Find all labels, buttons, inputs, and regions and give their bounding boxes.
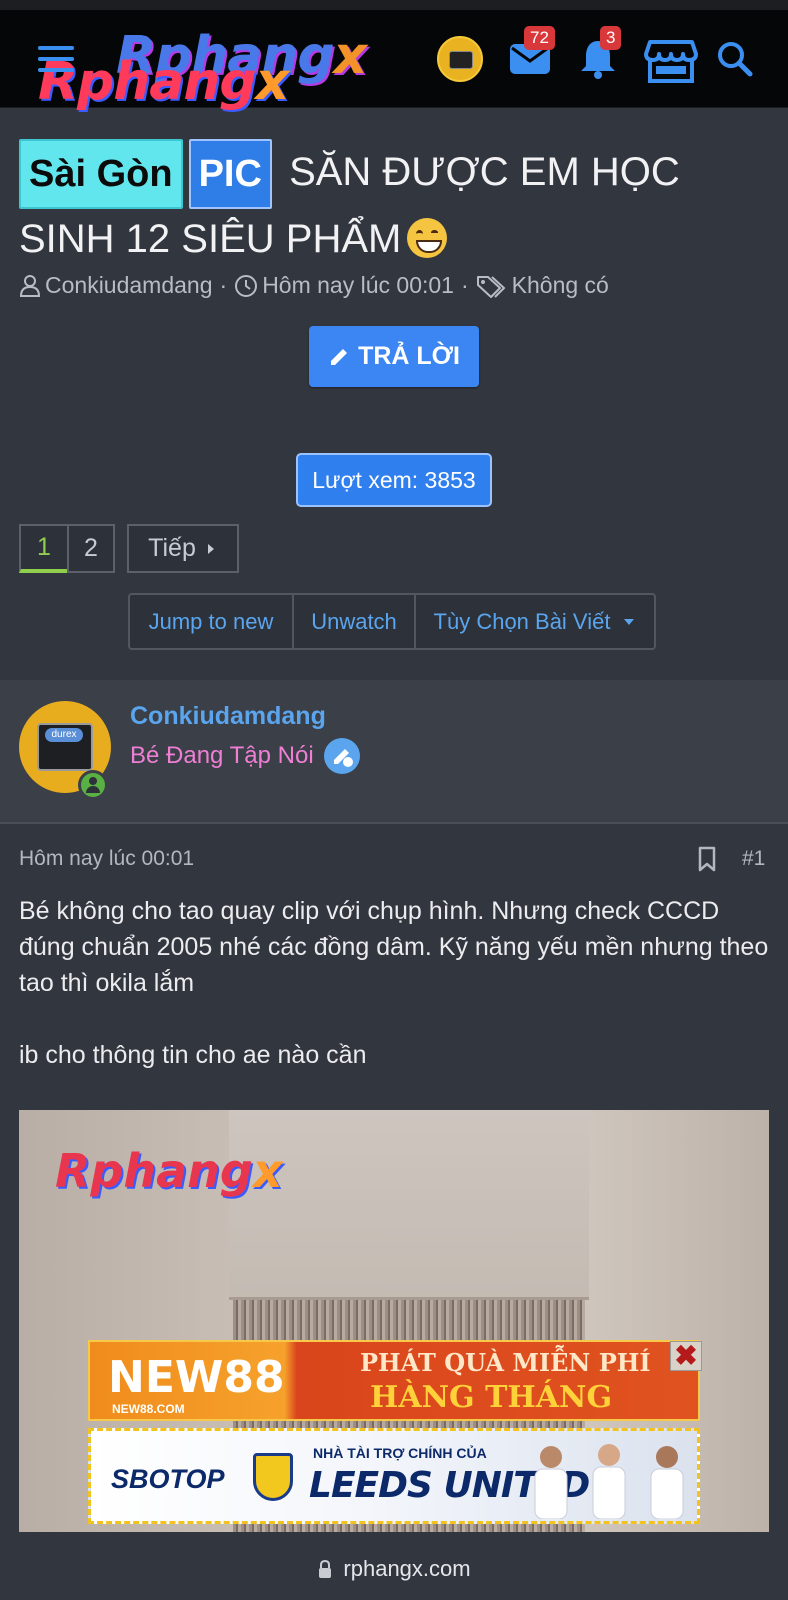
next-page-label: Tiếp (148, 534, 196, 562)
title-line-1: SĂN ĐƯỢC EM HỌC (289, 150, 680, 194)
user-icon (19, 274, 41, 297)
inbox-button[interactable]: 72 (508, 26, 556, 82)
ad2-small-text: NHÀ TÀI TRỢ CHÍNH CỦA (313, 1445, 487, 1461)
thread-action-group: Jump to new Unwatch Tùy Chọn Bài Viết (128, 593, 656, 650)
ad2-brand: SBOTOP (111, 1464, 225, 1494)
user-rank-icon (323, 738, 360, 774)
reply-button[interactable]: TRẢ LỜI (309, 326, 479, 387)
unwatch-button[interactable]: Unwatch (294, 595, 416, 648)
browser-url: rphangx.com (343, 1556, 471, 1581)
sbotop-ad-banner[interactable]: SBOTOP NHÀ TÀI TRỢ CHÍNH CỦA LEEDS UNITE… (88, 1428, 700, 1524)
close-ad-icon[interactable]: ✖ (670, 1341, 702, 1371)
inbox-count-badge: 72 (524, 26, 555, 50)
search-icon (718, 42, 753, 77)
bookmark-icon[interactable] (697, 846, 717, 877)
post-number-link[interactable]: #1 (742, 847, 765, 871)
logo-text-front: Rphangx (38, 52, 289, 112)
players-image (534, 1444, 684, 1519)
search-button[interactable] (716, 40, 764, 84)
post-author-name[interactable]: Conkiudamdang (130, 702, 326, 731)
image-watermark: Rphangx (55, 1144, 283, 1198)
title-line-2: SINH 12 SIÊU PHẨM (19, 217, 402, 261)
thread-options-label: Tùy Chọn Bài Viết (433, 608, 611, 634)
tags-icon (476, 275, 506, 298)
top-navigation-bar: Rphangx Rphangx 72 3 (0, 0, 788, 112)
alerts-button[interactable]: 3 (578, 26, 626, 82)
thread-date[interactable]: Hôm nay lúc 00:01 (262, 272, 454, 299)
jump-to-new-button[interactable]: Jump to new (130, 595, 294, 648)
thread-tags: Không có (511, 272, 609, 298)
post-date-link[interactable]: Hôm nay lúc 00:01 (19, 847, 194, 871)
caret-right-icon (207, 543, 214, 554)
clock-icon (235, 274, 258, 297)
views-label: Lượt xem: 3853 (312, 466, 476, 493)
thread-title: Sài Gòn PIC SĂN ĐƯỢC EM HỌC SINH 12 SIÊU … (19, 139, 769, 271)
grinning-emoji-icon (407, 218, 448, 258)
site-logo[interactable]: Rphangx Rphangx (38, 26, 398, 112)
club-crest-icon (253, 1453, 293, 1501)
page-1-link[interactable]: 1 (19, 524, 67, 573)
unwatch-label: Unwatch (311, 608, 397, 634)
alerts-count-badge: 3 (600, 26, 622, 50)
next-page-button[interactable]: Tiếp (127, 524, 239, 573)
ad1-brand: NEW88 (108, 1352, 285, 1403)
thread-meta: Conkiudamdang · Hôm nay lúc 00:01 · Khôn… (19, 272, 609, 299)
thread-options-dropdown[interactable]: Tùy Chọn Bài Viết (416, 595, 654, 648)
ad1-line-2: HÀNG THÁNG (370, 1380, 613, 1415)
ad1-line-1: PHÁT QUÀ MIỄN PHÍ (360, 1348, 651, 1377)
prefix-region-label[interactable]: Sài Gòn (19, 139, 183, 209)
ad1-site: NEW88.COM (112, 1402, 185, 1416)
caret-down-icon (624, 618, 635, 625)
menu-icon[interactable] (38, 46, 74, 72)
account-avatar[interactable] (437, 36, 483, 82)
store-button[interactable] (644, 38, 698, 83)
pencil-icon (331, 348, 348, 365)
thread-author-link[interactable]: Conkiudamdang (45, 272, 213, 299)
reply-button-label: TRẢ LỜI (358, 342, 460, 370)
page-2-link[interactable]: 2 (67, 524, 115, 573)
post-paragraph-1: Bé không cho tao quay clip với chụp hình… (19, 897, 769, 997)
post-user-header: durex Conkiudamdang Bé Đang Tập Nói (0, 680, 788, 824)
post-content: Bé không cho tao quay clip với chụp hình… (19, 893, 775, 1073)
lock-icon (319, 1559, 332, 1578)
status-strip (0, 0, 788, 10)
pagination: 1 2 Tiếp (19, 524, 239, 573)
new88-ad-banner[interactable]: NEW88 NEW88.COM PHÁT QUÀ MIỄN PHÍ HÀNG T… (88, 1340, 700, 1421)
jump-to-new-label: Jump to new (148, 608, 274, 634)
prefix-type-label[interactable]: PIC (188, 139, 272, 209)
views-counter-button[interactable]: Lượt xem: 3853 (296, 453, 492, 507)
store-icon (644, 40, 698, 83)
post-paragraph-2: ib cho thông tin cho ae nào cần (19, 1041, 367, 1069)
browser-address-bar[interactable]: rphangx.com (0, 1538, 788, 1600)
user-rank: Bé Đang Tập Nói (130, 738, 360, 774)
user-rank-label: Bé Đang Tập Nói (130, 742, 314, 769)
online-status-icon (78, 770, 108, 800)
